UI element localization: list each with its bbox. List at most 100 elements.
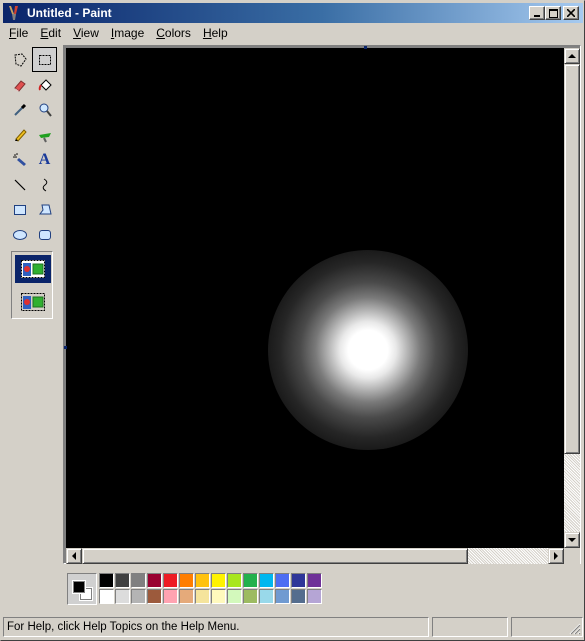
foreground-color-swatch[interactable] — [73, 581, 85, 593]
resize-grip-icon[interactable] — [569, 623, 581, 635]
resize-handle-left[interactable] — [64, 346, 67, 349]
text-icon: A — [38, 150, 51, 168]
palette-swatch[interactable] — [211, 589, 226, 604]
tool-brush[interactable] — [32, 122, 57, 147]
menu-file[interactable]: File — [3, 24, 34, 42]
eyedropper-icon — [13, 103, 26, 116]
vertical-scroll-thumb[interactable] — [564, 64, 580, 454]
arrow-down-icon — [568, 537, 576, 542]
palette-swatch[interactable] — [211, 573, 226, 588]
palette-swatch[interactable] — [307, 589, 322, 604]
menu-file-label: File — [9, 26, 29, 40]
paint-window: Untitled - Paint File Edit View Image Co… — [0, 0, 585, 641]
palette-swatch[interactable] — [147, 573, 162, 588]
fill-bucket-icon — [38, 78, 52, 91]
palette-swatch[interactable] — [259, 589, 274, 604]
tool-free-form-select[interactable] — [7, 47, 32, 72]
status-help-pane: For Help, click Help Topics on the Help … — [3, 617, 429, 637]
status-size-pane — [511, 617, 583, 637]
palette-swatch[interactable] — [307, 573, 322, 588]
tool-options-panel — [11, 251, 53, 319]
window-title: Untitled - Paint — [27, 6, 112, 20]
polygon-icon — [38, 204, 52, 214]
palette-swatch[interactable] — [147, 589, 162, 604]
palette-swatch[interactable] — [131, 589, 146, 604]
canvas-viewport — [63, 45, 581, 564]
close-icon — [567, 9, 575, 17]
menu-view[interactable]: View — [67, 24, 105, 42]
option-opaque-selection[interactable] — [15, 255, 51, 283]
paint-brush-icon[interactable] — [6, 5, 22, 21]
palette-swatch[interactable] — [163, 573, 178, 588]
tool-fill[interactable] — [32, 72, 57, 97]
maximize-icon — [548, 8, 558, 18]
scroll-left-button[interactable] — [66, 548, 82, 564]
menu-image[interactable]: Image — [105, 24, 150, 42]
menu-colors-label: Colors — [156, 26, 191, 40]
tool-magnifier[interactable] — [32, 97, 57, 122]
palette-swatch[interactable] — [259, 573, 274, 588]
toolbox: A — [6, 47, 58, 547]
tool-text[interactable]: A — [32, 147, 57, 172]
palette-swatch[interactable] — [179, 589, 194, 604]
vertical-scrollbar[interactable] — [564, 48, 580, 548]
current-colors-box[interactable] — [67, 573, 97, 605]
magnifier-icon — [39, 103, 52, 117]
free-form-select-icon — [13, 52, 27, 67]
palette-swatch[interactable] — [163, 589, 178, 604]
horizontal-scrollbar[interactable] — [66, 548, 564, 564]
palette-swatch[interactable] — [227, 573, 242, 588]
minimize-button[interactable] — [529, 6, 545, 20]
scroll-up-button[interactable] — [564, 48, 580, 64]
menu-edit-label: Edit — [40, 26, 62, 40]
tool-pencil[interactable] — [7, 122, 32, 147]
palette-swatch[interactable] — [275, 573, 290, 588]
tool-ellipse[interactable] — [7, 222, 32, 247]
palette-swatch[interactable] — [243, 589, 258, 604]
palette-swatch[interactable] — [99, 589, 114, 604]
palette-swatch[interactable] — [195, 573, 210, 588]
palette-swatch[interactable] — [131, 573, 146, 588]
menu-help[interactable]: Help — [197, 24, 234, 42]
title-bar[interactable]: Untitled - Paint — [3, 3, 583, 23]
drawing-canvas[interactable] — [66, 48, 564, 548]
opaque-selection-icon — [21, 260, 45, 278]
curve-icon — [42, 178, 47, 191]
option-transparent-selection[interactable] — [15, 288, 51, 316]
tool-line[interactable] — [7, 172, 32, 197]
tool-rectangle[interactable] — [7, 197, 32, 222]
ellipse-icon — [12, 229, 27, 240]
scroll-right-button[interactable] — [548, 548, 564, 564]
tool-airbrush[interactable] — [7, 147, 32, 172]
tool-rounded-rectangle[interactable] — [32, 222, 57, 247]
menu-edit[interactable]: Edit — [34, 24, 67, 42]
minimize-icon — [534, 15, 540, 17]
palette-swatch[interactable] — [99, 573, 114, 588]
scrollbar-corner — [564, 548, 580, 564]
arrow-left-icon — [71, 552, 76, 560]
palette-swatch[interactable] — [275, 589, 290, 604]
palette-swatch[interactable] — [243, 573, 258, 588]
tool-polygon[interactable] — [32, 197, 57, 222]
palette-swatch[interactable] — [227, 589, 242, 604]
horizontal-scroll-thumb[interactable] — [82, 548, 468, 564]
tool-eraser[interactable] — [7, 72, 32, 97]
palette-swatch[interactable] — [179, 573, 194, 588]
palette-swatch[interactable] — [115, 589, 130, 604]
close-button[interactable] — [563, 6, 579, 20]
palette-swatch[interactable] — [291, 589, 306, 604]
brush-icon — [38, 132, 51, 142]
scroll-down-button[interactable] — [564, 532, 580, 548]
palette-swatch[interactable] — [195, 589, 210, 604]
resize-handle-top[interactable] — [364, 46, 367, 49]
rectangle-select-icon — [38, 54, 51, 65]
palette-swatch[interactable] — [291, 573, 306, 588]
status-position-pane — [432, 617, 508, 637]
tool-pick-color[interactable] — [7, 97, 32, 122]
tool-rectangle-select[interactable] — [32, 47, 57, 72]
status-bar: For Help, click Help Topics on the Help … — [3, 615, 583, 639]
menu-colors[interactable]: Colors — [150, 24, 197, 42]
palette-swatch[interactable] — [115, 573, 130, 588]
tool-curve[interactable] — [32, 172, 57, 197]
maximize-button[interactable] — [545, 6, 561, 20]
